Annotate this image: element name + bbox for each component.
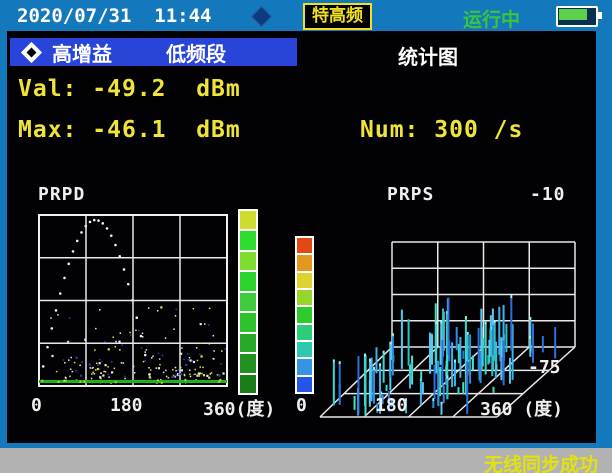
num-reading: Num: 300 /s [360, 117, 523, 143]
battery-icon [556, 6, 598, 27]
prps-tick-0: 0 [296, 395, 307, 416]
max-label: Max: [18, 117, 77, 143]
colorbar-block [240, 211, 256, 229]
battery-fill [559, 9, 587, 20]
main-panel: 高增益 低频段 统计图 Val: -49.2 dBm Max: -46.1 dB… [7, 31, 596, 443]
colorbar-block [240, 293, 256, 311]
view-title-statistics[interactable]: 统计图 [398, 41, 458, 70]
wireless-sync-status: 无线同步成功 [484, 450, 598, 473]
max-unit: dBm [196, 117, 241, 143]
prps-chart [305, 209, 596, 426]
prps-chart-title: PRPS [387, 184, 434, 205]
prps-tick-180: 180 [375, 395, 408, 416]
footer-bar: 无线同步成功 [0, 448, 612, 473]
num-value: 300 [434, 117, 479, 143]
prpd-tick-360: 360(度) [203, 395, 275, 421]
prpd-colorbar [238, 209, 258, 395]
max-reading: Max: -46.1 dBm [18, 117, 241, 143]
prpd-chart [38, 213, 228, 391]
top-status-bar: 2020/07/31 11:44 特高频 运行中 [0, 0, 612, 31]
colorbar-block [240, 354, 256, 372]
diamond-icon [251, 6, 272, 27]
val-reading: Val: -49.2 dBm [18, 76, 241, 102]
colorbar-block [240, 231, 256, 249]
max-value: -46.1 [92, 117, 166, 143]
mode-badge-uhf[interactable]: 特高频 [303, 3, 372, 30]
val-value: -49.2 [92, 76, 166, 102]
prps-tick-360: 360 (度) [480, 395, 563, 421]
val-label: Val: [18, 76, 77, 102]
selector-diamond-icon [21, 41, 42, 62]
colorbar-block [240, 252, 256, 270]
num-unit: /s [494, 117, 524, 143]
prpd-tick-0: 0 [31, 395, 42, 416]
mode-header-bar[interactable]: 高增益 低频段 [10, 38, 297, 66]
gain-mode-label[interactable]: 高增益 [52, 38, 112, 67]
num-label: Num: [360, 117, 419, 143]
battery-tip [598, 12, 602, 19]
running-status-label: 运行中 [463, 5, 520, 32]
prpd-tick-180: 180 [110, 395, 143, 416]
colorbar-block [240, 272, 256, 290]
prps-scale-top-value: -10 [530, 184, 566, 205]
val-unit: dBm [196, 76, 241, 102]
device-screen: 2020/07/31 11:44 特高频 运行中 高增益 低频段 统计图 Val… [0, 0, 612, 473]
datetime-label: 2020/07/31 11:44 [17, 5, 211, 27]
band-mode-label[interactable]: 低频段 [166, 38, 226, 67]
prpd-chart-title: PRPD [38, 184, 85, 205]
colorbar-block [240, 313, 256, 331]
colorbar-block [240, 334, 256, 352]
colorbar-block [240, 375, 256, 393]
